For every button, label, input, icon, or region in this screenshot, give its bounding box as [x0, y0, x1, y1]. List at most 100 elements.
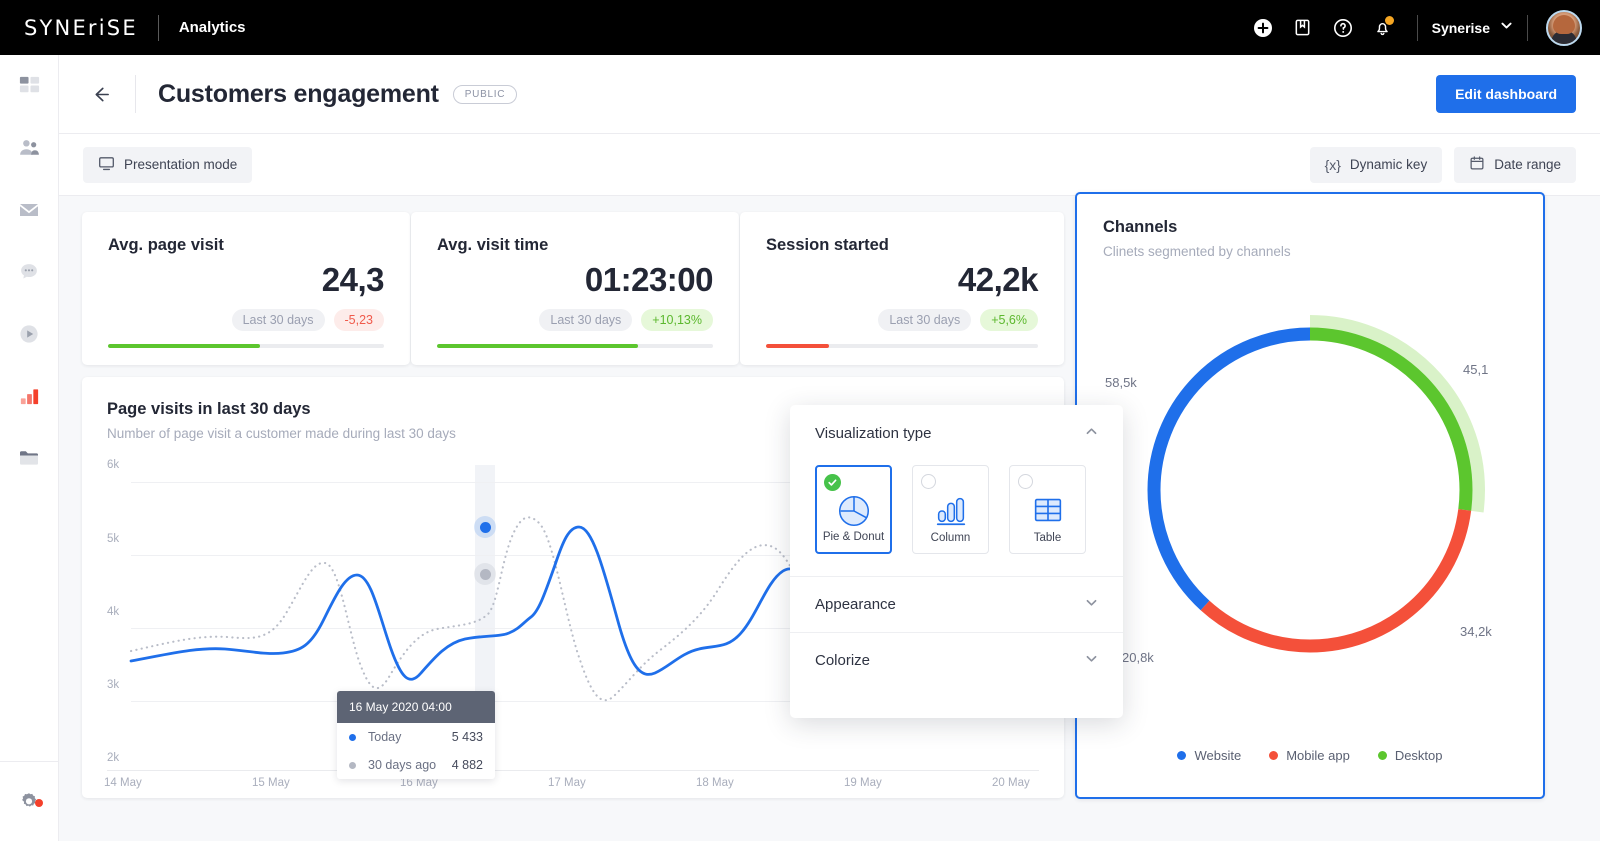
chevron-up-icon[interactable]	[1085, 425, 1098, 442]
chevron-down-icon[interactable]	[1085, 652, 1098, 669]
table-icon	[1010, 491, 1085, 529]
settings-notification-dot	[35, 799, 43, 807]
notification-badge	[1385, 16, 1394, 25]
edit-dashboard-button[interactable]: Edit dashboard	[1436, 75, 1576, 113]
sidebar-item-assets[interactable]	[0, 427, 59, 489]
colorize-section[interactable]: Colorize	[790, 633, 1123, 688]
kpi-progress-fill	[766, 344, 829, 348]
kpi-value: 42,2k	[766, 261, 1038, 299]
visibility-badge: PUBLIC	[453, 85, 517, 104]
logo-divider	[158, 15, 159, 41]
kpi-progress-track	[108, 344, 384, 348]
legend-label: Desktop	[1395, 748, 1443, 763]
kpi-title: Avg. visit time	[437, 236, 713, 255]
back-arrow-icon[interactable]	[83, 77, 117, 111]
radio-icon[interactable]	[921, 474, 936, 489]
tooltip-series-label: Today	[368, 730, 401, 744]
legend-label: Website	[1194, 748, 1241, 763]
kpi-card-session-started[interactable]: Session started 42,2k Last 30 days +5,6%	[740, 212, 1064, 365]
x-axis-line	[107, 770, 1039, 771]
sidebar-item-chat[interactable]	[0, 241, 59, 303]
kpi-progress-track	[437, 344, 713, 348]
toolbar-right-actions: {x} Dynamic key Date range	[1310, 147, 1576, 183]
sidebar-settings-area	[0, 761, 59, 841]
legend-dot	[1378, 751, 1387, 760]
viz-option-pie-donut[interactable]: Pie & Donut	[815, 465, 892, 554]
legend-dot	[1177, 751, 1186, 760]
donut-chart-card[interactable]: Channels Clinets segmented by channels 5…	[1075, 192, 1545, 799]
tooltip-row: 30 days ago 4 882	[337, 751, 495, 779]
visualization-type-options: Pie & Donut Column Table	[790, 461, 1123, 576]
hover-point-today[interactable]	[480, 522, 491, 533]
kpi-title: Session started	[766, 236, 1038, 255]
column-chart-icon	[913, 491, 988, 529]
page-title: Customers engagement	[158, 80, 439, 109]
bell-icon[interactable]	[1363, 8, 1403, 48]
synerise-logo-text: SYNEriSE	[24, 16, 138, 40]
settings-gear-icon[interactable]	[0, 771, 59, 833]
date-range-button[interactable]: Date range	[1454, 147, 1576, 183]
viz-option-column[interactable]: Column	[912, 465, 989, 554]
legend-label: Mobile app	[1286, 748, 1350, 763]
colorize-label: Colorize	[815, 652, 870, 669]
sidebar-item-analytics[interactable]	[0, 365, 59, 427]
kpi-meta: Last 30 days -5,23	[108, 309, 384, 331]
chevron-down-icon[interactable]	[1085, 596, 1098, 613]
pie-chart-icon	[817, 492, 890, 530]
chevron-down-icon[interactable]	[1500, 19, 1513, 37]
plus-circle-icon[interactable]	[1243, 8, 1283, 48]
monitor-icon	[98, 155, 115, 175]
x-axis-tick: 18 May	[696, 777, 734, 789]
kpi-delta-badge: +10,13%	[641, 309, 713, 331]
tooltip-series-dot	[349, 734, 356, 741]
kpi-period-badge: Last 30 days	[539, 309, 632, 331]
kpi-meta: Last 30 days +5,6%	[766, 309, 1038, 331]
app-name-label: Analytics	[179, 19, 246, 36]
tooltip-series-dot	[349, 762, 356, 769]
legend-item-mobile-app[interactable]: Mobile app	[1269, 748, 1350, 763]
book-icon[interactable]	[1283, 8, 1323, 48]
sidebar-item-communication[interactable]	[0, 179, 59, 241]
selected-check-icon	[824, 474, 841, 491]
sidebar-item-audience[interactable]	[0, 117, 59, 179]
sidebar-item-dashboard[interactable]	[0, 55, 59, 117]
avatar[interactable]	[1546, 10, 1582, 46]
help-circle-icon[interactable]	[1323, 8, 1363, 48]
x-axis-tick: 19 May	[844, 777, 882, 789]
x-axis-tick: 20 May	[992, 777, 1030, 789]
hover-point-prev[interactable]	[480, 569, 491, 580]
sidebar-rail	[0, 55, 59, 841]
kpi-value: 24,3	[108, 261, 384, 299]
tooltip-datetime: 16 May 2020 04:00	[337, 691, 495, 723]
visualization-settings-popover: Visualization type Pie & Donut Column	[790, 405, 1123, 718]
avatar-divider	[1527, 15, 1528, 41]
kpi-card-avg-visit-time[interactable]: Avg. visit time 01:23:00 Last 30 days +1…	[411, 212, 739, 365]
kpi-delta-badge: +5,6%	[980, 309, 1038, 331]
kpi-period-badge: Last 30 days	[878, 309, 971, 331]
kpi-card-avg-page-visit[interactable]: Avg. page visit 24,3 Last 30 days -5,23	[82, 212, 410, 365]
kpi-progress-fill	[108, 344, 260, 348]
brand-logo[interactable]: SYNEriSE Analytics	[24, 15, 246, 41]
dynamic-key-button[interactable]: {x} Dynamic key	[1310, 147, 1443, 183]
kpi-value: 01:23:00	[437, 261, 713, 299]
donut-subtitle: Clinets segmented by channels	[1103, 244, 1517, 259]
legend-item-website[interactable]: Website	[1177, 748, 1241, 763]
appearance-label: Appearance	[815, 596, 896, 613]
viz-option-table[interactable]: Table	[1009, 465, 1086, 554]
organization-name[interactable]: Synerise	[1432, 20, 1490, 36]
kpi-progress-fill	[437, 344, 638, 348]
presentation-mode-label: Presentation mode	[124, 157, 237, 172]
dynamic-key-label: Dynamic key	[1350, 157, 1427, 172]
radio-icon[interactable]	[1018, 474, 1033, 489]
tooltip-series-label: 30 days ago	[368, 758, 436, 772]
legend-item-desktop[interactable]: Desktop	[1378, 748, 1443, 763]
sidebar-item-automation[interactable]	[0, 303, 59, 365]
appearance-section[interactable]: Appearance	[790, 577, 1123, 632]
viz-option-label: Pie & Donut	[823, 531, 884, 543]
tooltip-row: Today 5 433	[337, 723, 495, 751]
donut-data-label: 34,2k	[1460, 624, 1492, 639]
x-axis-tick: 15 May	[252, 777, 290, 789]
legend-dot	[1269, 751, 1278, 760]
visualization-type-header[interactable]: Visualization type	[790, 405, 1123, 461]
presentation-mode-button[interactable]: Presentation mode	[83, 147, 252, 183]
